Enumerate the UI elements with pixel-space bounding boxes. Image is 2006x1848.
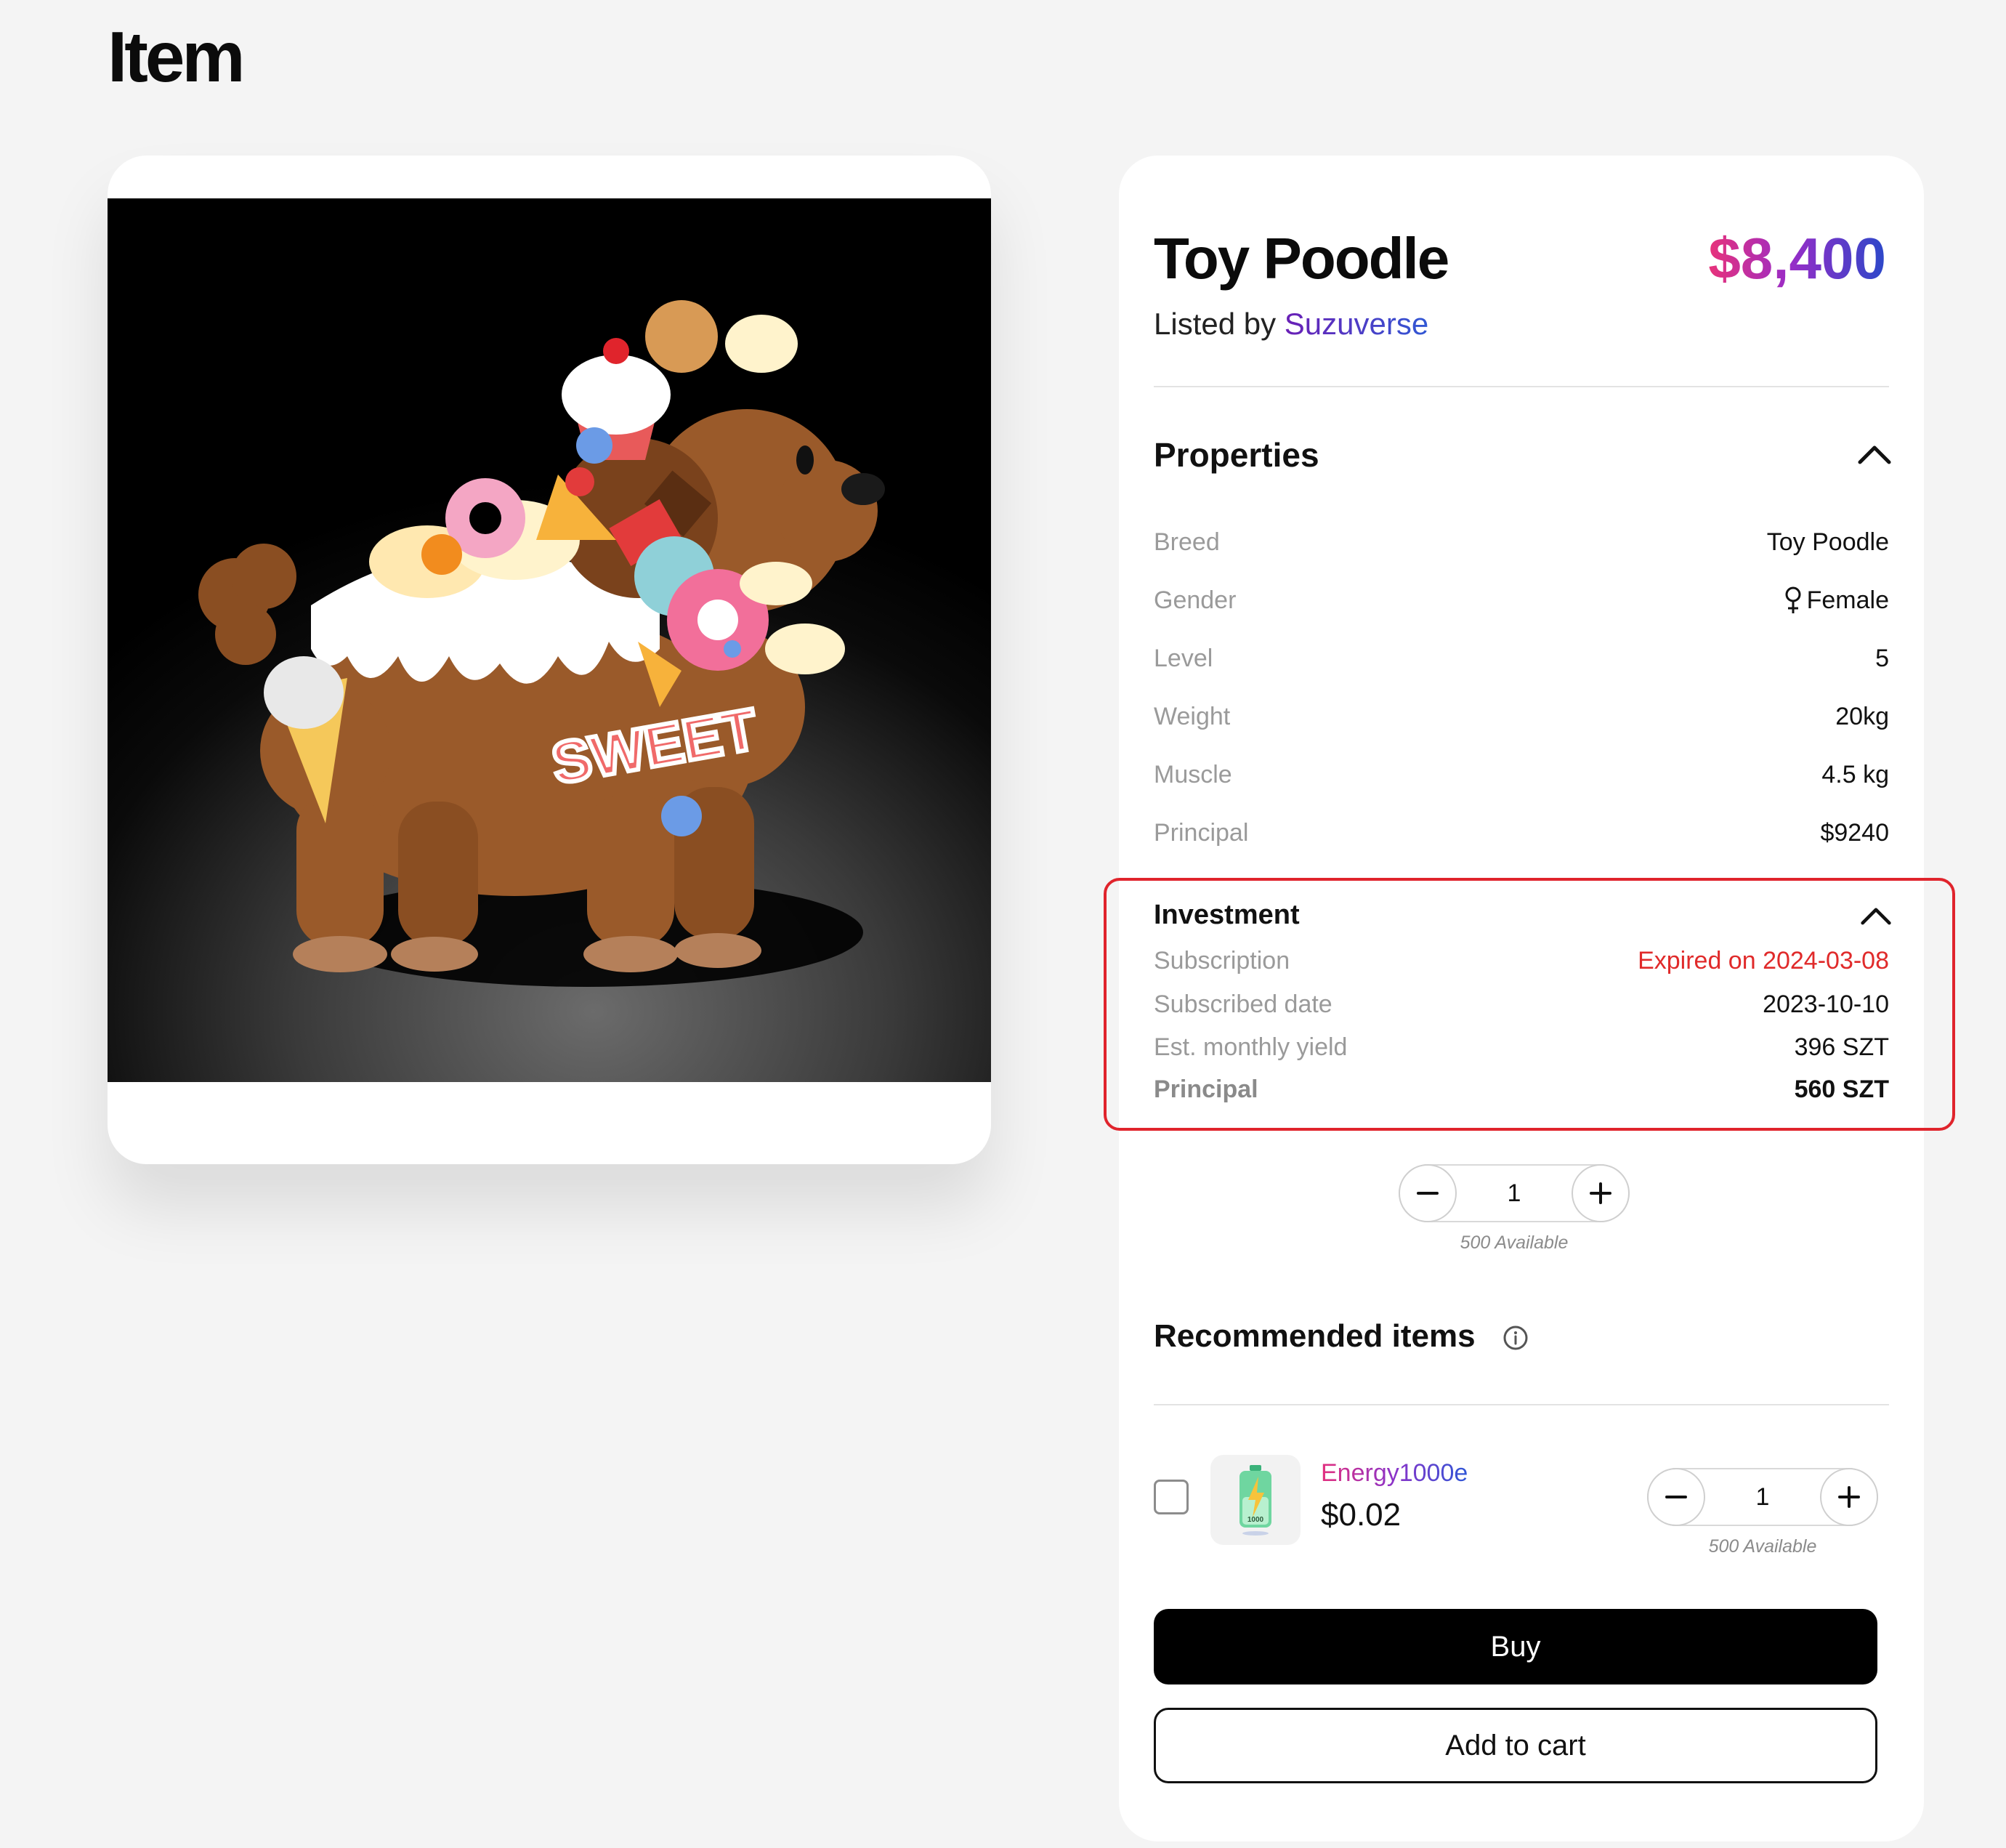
investment-value: 2023-10-10 [1763, 990, 1889, 1018]
listed-by-label: Listed by [1154, 307, 1277, 341]
decrement-button[interactable] [1399, 1164, 1457, 1222]
listed-by: Listed by Suzuverse [1154, 307, 1428, 342]
property-row-gender: Gender Female [1154, 580, 1889, 621]
plus-icon [1838, 1486, 1860, 1508]
minus-icon [1417, 1192, 1439, 1195]
available-count: 500 Available [1708, 1536, 1817, 1557]
property-label: Gender [1154, 586, 1237, 614]
investment-label: Est. monthly yield [1154, 1033, 1348, 1061]
gender-value: Female [1806, 586, 1889, 614]
decrement-button[interactable] [1647, 1468, 1705, 1526]
property-row-level: Level 5 [1154, 638, 1889, 679]
investment-value: 560 SZT [1794, 1075, 1889, 1103]
recommended-quantity-stepper: 1 [1647, 1468, 1878, 1526]
item-image-card: SWEET [108, 156, 991, 1164]
energy-battery-icon: 1000 [1239, 1465, 1271, 1536]
chevron-up-icon[interactable] [1860, 905, 1892, 926]
poodle-illustration: SWEET [198, 300, 885, 987]
recommended-item-checkbox[interactable] [1154, 1480, 1189, 1514]
page-title: Item [108, 17, 246, 97]
property-value: 20kg [1835, 702, 1889, 730]
plus-icon [1590, 1182, 1611, 1204]
item-details-card: Toy Poodle $8,400 Listed by Suzuverse Pr… [1119, 156, 1924, 1841]
property-value: Female [1784, 586, 1889, 615]
investment-label: Subscribed date [1154, 990, 1332, 1018]
investment-row-subscription: Subscription Expired on 2024-03-08 [1154, 940, 1889, 981]
property-label: Principal [1154, 818, 1249, 847]
property-row-principal: Principal $9240 [1154, 812, 1889, 853]
recommended-item-thumbnail: 1000 [1210, 1455, 1301, 1545]
increment-button[interactable] [1820, 1468, 1878, 1526]
investment-label: Subscription [1154, 946, 1290, 975]
quantity-stepper: 1 [1399, 1164, 1630, 1222]
investment-label: Principal [1154, 1075, 1258, 1103]
recommended-item-name[interactable]: Energy1000e [1321, 1459, 1468, 1488]
property-value: 5 [1875, 644, 1889, 672]
chevron-up-icon[interactable] [1857, 443, 1892, 465]
increment-button[interactable] [1572, 1164, 1630, 1222]
seller-link[interactable]: Suzuverse [1285, 307, 1428, 341]
item-name: Toy Poodle [1154, 226, 1449, 291]
item-price: $8,400 [1708, 226, 1886, 291]
investment-title: Investment [1154, 900, 1300, 930]
property-value: Toy Poodle [1766, 528, 1889, 556]
property-row-breed: Breed Toy Poodle [1154, 522, 1889, 562]
property-row-muscle: Muscle 4.5 kg [1154, 754, 1889, 795]
divider [1154, 386, 1889, 387]
female-icon [1785, 586, 1801, 613]
investment-row-subscribed-date: Subscribed date 2023-10-10 [1154, 984, 1889, 1025]
info-icon[interactable] [1503, 1325, 1529, 1351]
property-value: 4.5 kg [1821, 760, 1889, 788]
add-to-cart-button[interactable]: Add to cart [1154, 1708, 1877, 1783]
available-count: 500 Available [1460, 1232, 1569, 1253]
property-label: Weight [1154, 702, 1231, 730]
battery-label: 1000 [1247, 1516, 1264, 1524]
property-label: Level [1154, 644, 1213, 672]
recommended-item-price: $0.02 [1321, 1497, 1402, 1533]
investment-row-principal: Principal 560 SZT [1154, 1069, 1889, 1110]
divider [1154, 1404, 1889, 1405]
investment-value: 396 SZT [1794, 1033, 1889, 1061]
property-row-weight: Weight 20kg [1154, 696, 1889, 737]
quantity-value[interactable]: 1 [1707, 1469, 1819, 1525]
recommended-title: Recommended items [1154, 1318, 1476, 1354]
quantity-value[interactable]: 1 [1458, 1166, 1570, 1221]
minus-icon [1665, 1496, 1687, 1498]
property-label: Muscle [1154, 760, 1232, 788]
investment-row-monthly-yield: Est. monthly yield 396 SZT [1154, 1027, 1889, 1068]
buy-button[interactable]: Buy [1154, 1609, 1877, 1684]
item-image: SWEET [108, 198, 991, 1082]
property-value: $9240 [1820, 818, 1889, 847]
property-label: Breed [1154, 528, 1220, 556]
properties-title: Properties [1154, 436, 1319, 474]
subscription-status: Expired on 2024-03-08 [1638, 946, 1889, 975]
